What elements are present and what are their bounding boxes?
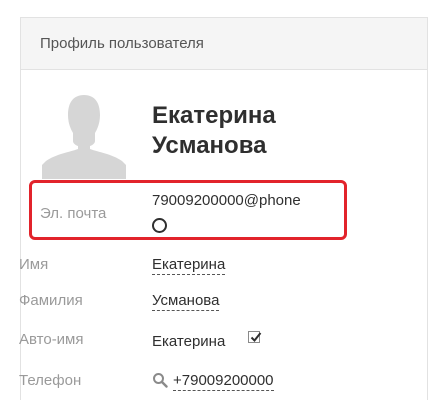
search-icon[interactable] bbox=[152, 372, 168, 388]
email-label: Эл. почта bbox=[40, 205, 107, 222]
first-name-label: Имя bbox=[19, 256, 49, 273]
phone-label: Телефон bbox=[19, 372, 82, 389]
first-name-field[interactable]: Екатерина bbox=[152, 256, 226, 275]
auto-name-checkbox[interactable] bbox=[248, 331, 262, 343]
full-name-last: Усманова bbox=[152, 132, 267, 159]
page: Профиль пользователя Екатерина Усманова … bbox=[0, 0, 437, 400]
user-full-name: Екатерина Усманова bbox=[152, 101, 412, 161]
auto-name-label: Авто-имя bbox=[19, 331, 84, 348]
auto-name-value: Екатерина bbox=[152, 333, 226, 350]
phone-field[interactable]: +79009200000 bbox=[173, 372, 274, 391]
panel-title: Профиль пользователя bbox=[40, 35, 204, 52]
checkmark-icon bbox=[250, 332, 262, 342]
full-name-first: Екатерина bbox=[152, 102, 276, 129]
email-value[interactable]: 79009200000@phone bbox=[152, 192, 301, 209]
panel-header: Профиль пользователя bbox=[21, 18, 427, 70]
circle-status-icon[interactable] bbox=[152, 218, 167, 233]
user-avatar-placeholder-icon[interactable] bbox=[40, 91, 128, 179]
last-name-label: Фамилия bbox=[19, 292, 83, 309]
last-name-field[interactable]: Усманова bbox=[152, 292, 220, 311]
